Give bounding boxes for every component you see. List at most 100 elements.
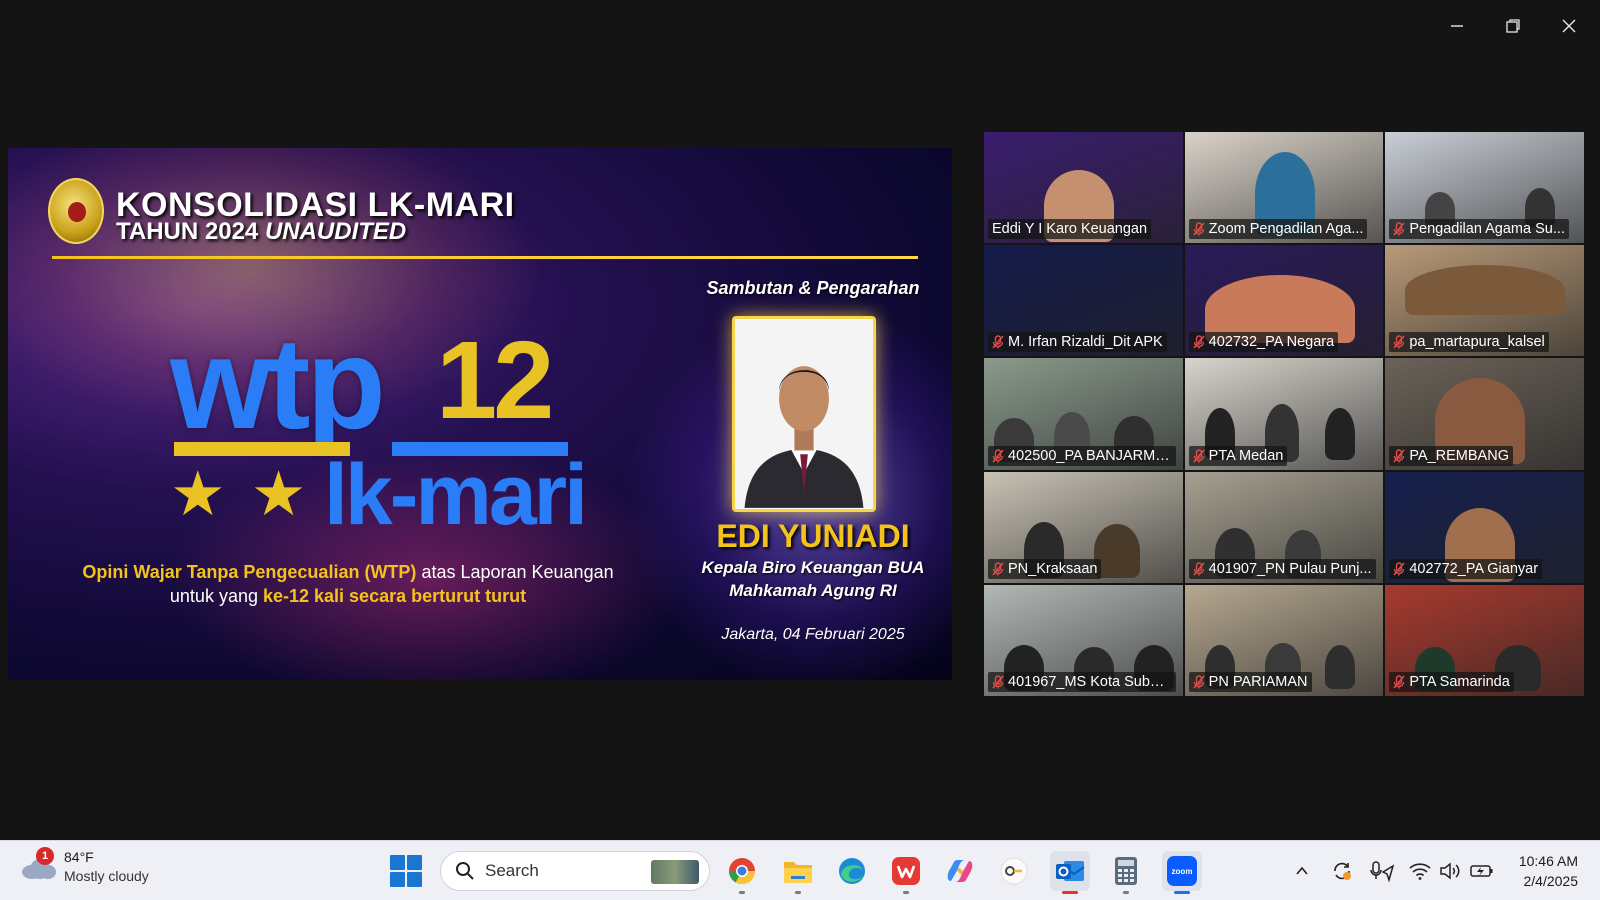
- speaker-portrait: [735, 320, 873, 508]
- weather-description: Mostly cloudy: [64, 868, 149, 884]
- lk-mari-logo-text: lk-mari: [324, 447, 588, 543]
- key-app-button[interactable]: [994, 851, 1034, 891]
- calculator-button[interactable]: [1106, 851, 1146, 894]
- taskbar-clock[interactable]: 10:46 AM 2/4/2025: [1519, 851, 1578, 891]
- participant-name: Eddi Y I Karo Keuangan: [992, 221, 1148, 238]
- participant-name-label: PA_REMBANG: [1389, 445, 1513, 466]
- participant-name-label: pa_martapura_kalsel: [1389, 332, 1549, 353]
- participant-tile[interactable]: 402772_PA Gianyar: [1385, 471, 1584, 583]
- participant-name-label: 402500_PA BANJARMA...: [988, 445, 1176, 466]
- participant-tile[interactable]: PN_Kraksaan: [984, 471, 1183, 583]
- file-explorer-button[interactable]: [778, 851, 818, 894]
- participant-name: PA_REMBANG: [1409, 447, 1509, 464]
- participant-name-label: PTA Samarinda: [1389, 671, 1514, 692]
- cloud-icon: 1: [20, 846, 56, 881]
- participant-name: PTA Medan: [1208, 447, 1284, 464]
- chrome-button[interactable]: [722, 851, 762, 894]
- participant-tile[interactable]: 402732_PA Negara: [1184, 245, 1384, 357]
- windows-taskbar: 1 84°F Mostly cloudy Search zoom 10:46 A…: [0, 840, 1600, 900]
- participant-figure: [1324, 408, 1355, 461]
- taskbar-search[interactable]: Search: [440, 851, 710, 891]
- muted-mic-icon: [1393, 675, 1405, 689]
- edge-button[interactable]: [832, 851, 872, 891]
- battery-charging-icon: [1470, 865, 1493, 877]
- muted-mic-icon: [1393, 222, 1405, 236]
- minimize-button[interactable]: [1434, 8, 1480, 44]
- participant-name: 402732_PA Negara: [1208, 334, 1335, 351]
- show-hidden-icons-button[interactable]: [1290, 859, 1314, 883]
- participant-tile[interactable]: 401907_PN Pulau Punj...: [1184, 471, 1384, 583]
- participant-tile[interactable]: Zoom Pengadilan Aga...: [1184, 132, 1384, 244]
- participant-name-label: PTA Medan: [1188, 445, 1288, 466]
- weather-temperature: 84°F: [64, 849, 94, 865]
- participant-gallery: Eddi Y I Karo Keuangan Zoom Pengadilan Ag…: [984, 132, 1584, 696]
- battery-button[interactable]: [1470, 859, 1494, 883]
- clock-date: 2/4/2025: [1523, 873, 1579, 889]
- weather-widget[interactable]: 1 84°F Mostly cloudy: [20, 846, 149, 884]
- zoom-button[interactable]: zoom: [1162, 851, 1202, 894]
- search-highlight-image: [651, 860, 699, 884]
- speaker-name: EDI YUNIADI: [716, 518, 910, 554]
- participant-tile[interactable]: Eddi Y I Karo Keuangan: [984, 132, 1183, 244]
- participant-name-label: M. Irfan Rizaldi_Dit APK: [988, 332, 1167, 353]
- calculator-icon: [1115, 857, 1137, 885]
- muted-mic-icon: [1193, 562, 1205, 576]
- participant-name: PN PARIAMAN: [1208, 673, 1308, 690]
- muted-mic-icon: [992, 448, 1004, 463]
- participant-name-label: 402772_PA Gianyar: [1389, 558, 1543, 579]
- participant-tile[interactable]: PN PARIAMAN: [1184, 584, 1384, 696]
- svg-text:zoom: zoom: [1172, 867, 1193, 876]
- notification-badge: 1: [36, 846, 54, 865]
- wifi-button[interactable]: [1408, 859, 1432, 883]
- zoom-icon: zoom: [1167, 856, 1197, 886]
- sync-icon: [1334, 862, 1351, 880]
- outlook-button[interactable]: [1050, 851, 1090, 894]
- slide-subtitle: TAHUN 2024 UNAUDITED: [116, 218, 407, 245]
- muted-mic-icon: [1193, 222, 1205, 236]
- participant-name-label: PN PARIAMAN: [1188, 671, 1312, 692]
- participant-name: 402772_PA Gianyar: [1409, 560, 1539, 577]
- minimize-icon: [1451, 25, 1463, 27]
- participant-tile[interactable]: pa_martapura_kalsel: [1385, 245, 1584, 357]
- participant-name-label: Pengadilan Agama Su...: [1389, 219, 1569, 240]
- wps-button[interactable]: [886, 851, 926, 894]
- microphone-in-use-button[interactable]: [1370, 859, 1394, 883]
- speaker-position: Kepala Biro Keuangan BUA Mahkamah Agung …: [701, 558, 925, 600]
- participant-tile[interactable]: PTA Samarinda: [1385, 584, 1584, 696]
- wtp-logo-number: 12: [436, 319, 554, 442]
- shared-screen[interactable]: KONSOLIDASI LK-MARI TAHUN 2024 UNAUDITED…: [8, 148, 952, 680]
- volume-icon: [1440, 862, 1460, 880]
- edge-icon: [839, 858, 865, 884]
- participant-name-label: PN_Kraksaan: [988, 558, 1102, 579]
- participant-name: Zoom Pengadilan Aga...: [1208, 221, 1364, 238]
- participant-tile[interactable]: Pengadilan Agama Su...: [1385, 132, 1584, 244]
- participant-tile[interactable]: PTA Medan: [1184, 358, 1384, 470]
- participant-name: PN_Kraksaan: [1008, 560, 1098, 577]
- muted-mic-icon: [992, 675, 1004, 689]
- participant-figure: [1324, 644, 1355, 689]
- copilot-button[interactable]: [940, 851, 980, 891]
- key-app-icon: [1000, 857, 1028, 885]
- participant-tile[interactable]: PA_REMBANG: [1385, 358, 1584, 470]
- zoom-meeting-window: KONSOLIDASI LK-MARI TAHUN 2024 UNAUDITED…: [0, 0, 1600, 900]
- participant-name: 401907_PN Pulau Punj...: [1208, 560, 1372, 577]
- participant-name: pa_martapura_kalsel: [1409, 334, 1545, 351]
- participant-tile[interactable]: 402500_PA BANJARMA...: [984, 358, 1183, 470]
- restore-icon: [1506, 19, 1520, 33]
- participant-name: M. Irfan Rizaldi_Dit APK: [1008, 334, 1163, 351]
- participant-name-label: 401907_PN Pulau Punj...: [1188, 558, 1376, 579]
- participant-tile[interactable]: M. Irfan Rizaldi_Dit APK: [984, 245, 1183, 357]
- search-placeholder: Search: [485, 861, 539, 880]
- restore-button[interactable]: [1490, 8, 1536, 44]
- speaker-photo: [732, 316, 876, 512]
- volume-button[interactable]: [1438, 859, 1462, 883]
- muted-mic-icon: [1193, 448, 1205, 463]
- start-button[interactable]: [390, 855, 422, 887]
- muted-mic-icon: [1193, 335, 1205, 349]
- sync-status-button[interactable]: [1330, 859, 1354, 883]
- copilot-icon: [947, 860, 973, 882]
- close-button[interactable]: [1546, 8, 1592, 44]
- microphone-location-icon: [1370, 861, 1394, 882]
- wifi-icon: [1409, 863, 1431, 880]
- participant-tile[interactable]: 401967_MS Kota Subul...: [984, 584, 1183, 696]
